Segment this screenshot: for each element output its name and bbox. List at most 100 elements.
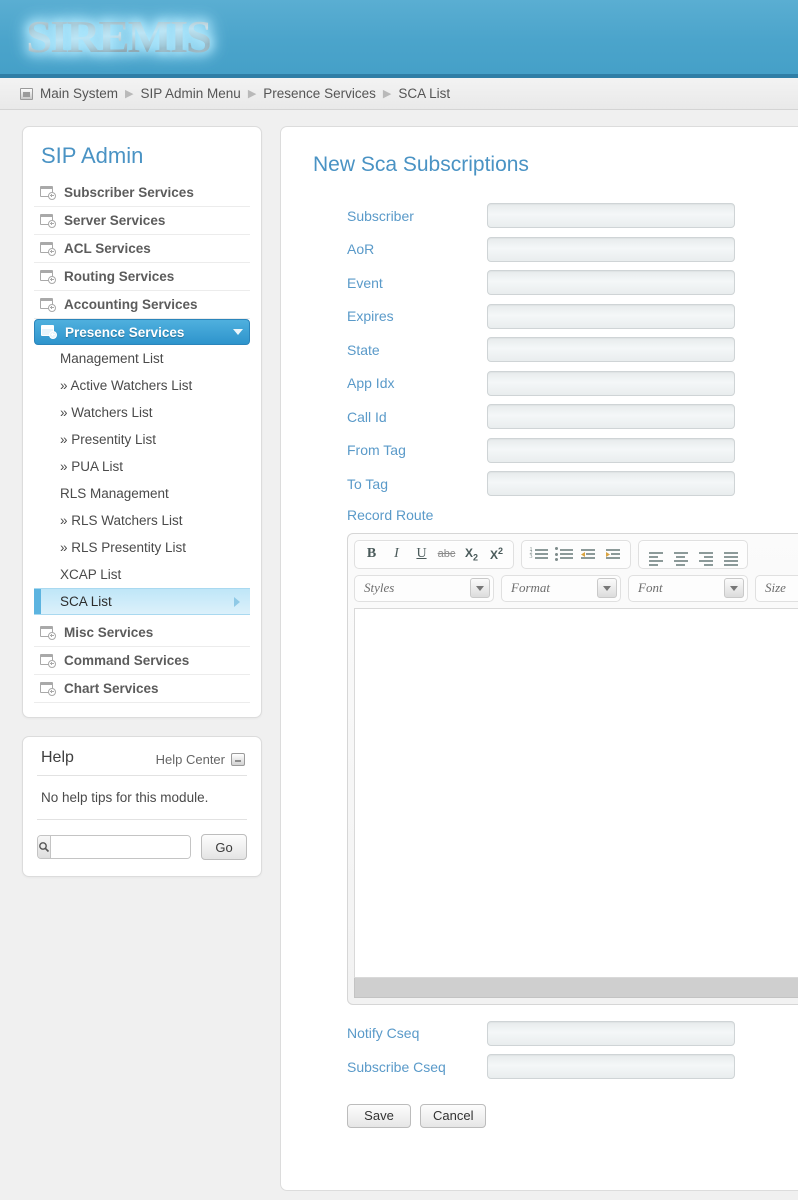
- form-actions: Save Cancel: [281, 1084, 798, 1128]
- chevron-down-icon[interactable]: [470, 578, 490, 598]
- aor-input[interactable]: [487, 236, 735, 262]
- field-label-notify-cseq: Notify Cseq: [347, 1025, 420, 1042]
- help-panel: Help Help Center No help tips for this m…: [22, 736, 262, 877]
- breadcrumb-item-sca-list[interactable]: SCA List: [398, 86, 450, 101]
- breadcrumb-separator: ▶: [382, 88, 392, 100]
- increase-indent-icon[interactable]: [602, 544, 625, 565]
- notify-cseq-input[interactable]: [487, 1020, 735, 1046]
- sidebar-item-subscriber-services[interactable]: Subscriber Services: [34, 179, 250, 207]
- call-id-input[interactable]: [487, 404, 735, 430]
- sidebar-item-presentity-list[interactable]: » Presentity List: [34, 426, 250, 453]
- help-search-wrapper: [37, 835, 191, 859]
- help-header: Help Help Center: [37, 737, 247, 776]
- sidebar-item-routing-services[interactable]: Routing Services: [34, 263, 250, 291]
- cancel-button[interactable]: Cancel: [420, 1103, 487, 1128]
- sidebar-item-acl-services[interactable]: ACL Services: [34, 235, 250, 263]
- bold-icon[interactable]: B: [360, 544, 383, 565]
- search-icon[interactable]: [38, 836, 51, 858]
- underline-icon[interactable]: U: [410, 544, 433, 565]
- window-add-icon: [40, 241, 56, 256]
- field-label-call-id: Call Id: [347, 408, 387, 425]
- help-search-row: Go: [37, 820, 247, 860]
- subscript-icon[interactable]: X2: [460, 544, 483, 565]
- toolbar-group-alignment: [638, 539, 748, 569]
- form-row-call-id: Call Id: [281, 400, 798, 434]
- form-row-notify-cseq: Notify Cseq: [281, 1017, 798, 1051]
- window-add-icon: [41, 325, 57, 339]
- form-row-expires: Expires: [281, 300, 798, 334]
- state-input[interactable]: [487, 337, 735, 363]
- format-select[interactable]: Format: [501, 574, 621, 602]
- sidebar-item-rls-presentity-list[interactable]: » RLS Presentity List: [34, 534, 250, 561]
- sidebar-item-active-watchers-list[interactable]: » Active Watchers List: [34, 372, 250, 399]
- sidebar-item-xcap-list[interactable]: XCAP List: [34, 561, 250, 588]
- sidebar-item-server-services[interactable]: Server Services: [34, 207, 250, 235]
- minimize-icon[interactable]: [231, 753, 245, 766]
- size-select-label: Size: [765, 580, 786, 595]
- styles-select[interactable]: Styles: [354, 574, 494, 602]
- align-justify-icon[interactable]: [719, 544, 742, 566]
- field-label-subscribe-cseq: Subscribe Cseq: [347, 1058, 446, 1075]
- window-add-icon: [40, 269, 56, 284]
- content-panel: New Sca Subscriptions Subscriber AoR Eve…: [280, 126, 798, 1191]
- numbered-list-icon[interactable]: 123: [527, 544, 550, 565]
- window-add-icon: [40, 297, 56, 312]
- editor-toolbar-row-1: B I U abc X2 X2 123: [354, 539, 798, 569]
- font-select-label: Font: [638, 580, 663, 595]
- sidebar-item-rls-management[interactable]: RLS Management: [34, 480, 250, 507]
- chevron-down-icon[interactable]: [724, 578, 744, 598]
- sidebar-item-label: Accounting Services: [64, 297, 198, 312]
- sidebar-subitem-label: » RLS Presentity List: [60, 540, 187, 555]
- sidebar-item-management-list[interactable]: Management List: [34, 345, 250, 372]
- editor-content-area[interactable]: [354, 607, 798, 978]
- align-left-icon[interactable]: [644, 544, 667, 566]
- help-search-input[interactable]: [51, 836, 190, 858]
- sidebar-menu-panel: SIP Admin Subscriber Services Server Ser…: [22, 126, 262, 718]
- breadcrumb-item-presence-services[interactable]: Presence Services: [263, 86, 376, 101]
- sidebar-item-rls-watchers-list[interactable]: » RLS Watchers List: [34, 507, 250, 534]
- sidebar-subitem-label: » RLS Watchers List: [60, 513, 183, 528]
- italic-icon[interactable]: I: [385, 544, 408, 565]
- sidebar-subitem-label: RLS Management: [60, 486, 169, 501]
- sidebar-item-label: Chart Services: [64, 681, 159, 696]
- event-input[interactable]: [487, 270, 735, 296]
- from-tag-input[interactable]: [487, 437, 735, 463]
- sidebar-item-sca-list[interactable]: SCA List: [34, 588, 250, 615]
- help-center-label: Help Center: [155, 752, 225, 767]
- decrease-indent-icon[interactable]: [577, 544, 600, 565]
- sidebar-item-command-services[interactable]: Command Services: [34, 647, 250, 675]
- sidebar-item-accounting-services[interactable]: Accounting Services: [34, 291, 250, 319]
- align-center-icon[interactable]: [669, 544, 692, 566]
- sidebar-item-presence-services[interactable]: Presence Services: [34, 319, 250, 345]
- bulleted-list-icon[interactable]: [552, 544, 575, 565]
- breadcrumb-item-sip-admin-menu[interactable]: SIP Admin Menu: [141, 86, 241, 101]
- sidebar-item-pua-list[interactable]: » PUA List: [34, 453, 250, 480]
- superscript-icon[interactable]: X2: [485, 544, 508, 565]
- to-tag-input[interactable]: [487, 471, 735, 497]
- form-row-app-idx: App Idx: [281, 367, 798, 401]
- sidebar-item-chart-services[interactable]: Chart Services: [34, 675, 250, 703]
- form-row-to-tag: To Tag: [281, 467, 798, 501]
- subscriber-input[interactable]: [487, 203, 735, 229]
- sidebar-item-label: Routing Services: [64, 269, 175, 284]
- size-select[interactable]: Size: [755, 574, 798, 602]
- chevron-down-icon[interactable]: [597, 578, 617, 598]
- strikethrough-icon[interactable]: abc: [435, 544, 458, 565]
- app-idx-input[interactable]: [487, 370, 735, 396]
- help-center-link[interactable]: Help Center: [156, 752, 245, 767]
- help-go-button[interactable]: Go: [201, 834, 247, 860]
- chevron-down-icon: [233, 329, 243, 335]
- breadcrumb-item-main-system[interactable]: Main System: [40, 86, 118, 101]
- editor-toolbar-row-2: Styles Format Font Size: [354, 574, 798, 602]
- save-button[interactable]: Save: [347, 1103, 411, 1128]
- subscribe-cseq-input[interactable]: [487, 1054, 735, 1080]
- sidebar-subitem-label: Management List: [60, 351, 164, 366]
- sidebar-item-misc-services[interactable]: Misc Services: [34, 619, 250, 647]
- sidebar-item-label: Server Services: [64, 213, 166, 228]
- font-select[interactable]: Font: [628, 574, 748, 602]
- align-right-icon[interactable]: [694, 544, 717, 566]
- sidebar-item-watchers-list[interactable]: » Watchers List: [34, 399, 250, 426]
- field-label-aor: AoR: [347, 241, 375, 258]
- window-icon: [20, 87, 33, 100]
- expires-input[interactable]: [487, 303, 735, 329]
